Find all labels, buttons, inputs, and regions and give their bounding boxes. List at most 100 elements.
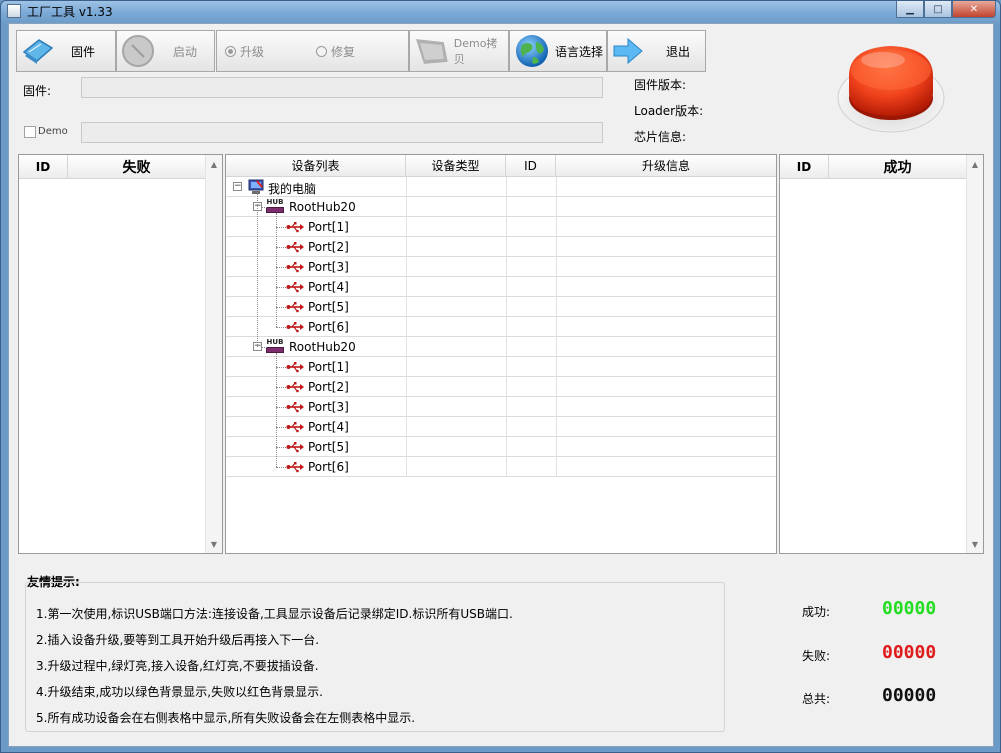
- upgrade-radio[interactable]: 升级: [225, 43, 264, 60]
- column-separator: [556, 277, 557, 297]
- tree-port-row[interactable]: Port[2]: [226, 237, 776, 257]
- demo-copy-button[interactable]: Demo拷贝: [409, 30, 509, 72]
- tree-port-row[interactable]: Port[4]: [226, 417, 776, 437]
- total-count-value: 00000: [882, 685, 937, 706]
- success-table-scrollbar[interactable]: ▲ ▼: [966, 155, 983, 553]
- firmware-icon: [22, 39, 54, 64]
- scroll-down-icon[interactable]: ▼: [206, 536, 222, 552]
- column-separator: [556, 337, 557, 357]
- firmware-path-field[interactable]: [81, 77, 603, 98]
- tree-port-row[interactable]: Port[2]: [226, 377, 776, 397]
- usb-port-icon: [286, 222, 304, 233]
- column-separator: [556, 357, 557, 377]
- exit-button[interactable]: 退出: [607, 30, 706, 72]
- client-area: 固件 启动 升级 修复 Demo拷贝 语言选择 退出 固件: Demo 固件版本…: [8, 23, 994, 747]
- fail-table-id-header[interactable]: ID: [19, 155, 68, 178]
- demo-path-field[interactable]: [81, 122, 603, 143]
- column-separator: [506, 177, 507, 197]
- device-list-header-id[interactable]: ID: [506, 155, 556, 176]
- tree-port-row[interactable]: Port[3]: [226, 257, 776, 277]
- tree-port-row[interactable]: Port[6]: [226, 457, 776, 477]
- tree-port-label: Port[3]: [308, 400, 349, 414]
- computer-icon: [248, 179, 264, 194]
- success-count-label: 成功:: [802, 605, 831, 619]
- scroll-up-icon[interactable]: ▲: [967, 156, 983, 172]
- tree-connector: [276, 387, 286, 388]
- tree-port-label: Port[6]: [308, 460, 349, 474]
- tree-port-row[interactable]: Port[5]: [226, 437, 776, 457]
- tree-port-label: Port[3]: [308, 260, 349, 274]
- success-table-id-header[interactable]: ID: [780, 155, 829, 178]
- minimize-button[interactable]: ▁: [896, 1, 924, 18]
- tree-connector: [276, 307, 286, 308]
- column-separator: [506, 257, 507, 277]
- firmware-button[interactable]: 固件: [16, 30, 116, 72]
- usb-port-icon: [286, 422, 304, 433]
- start-button-label: 启动: [173, 44, 198, 59]
- column-separator: [556, 397, 557, 417]
- tree-port-row[interactable]: Port[1]: [226, 357, 776, 377]
- column-separator: [506, 337, 507, 357]
- demo-checkbox-label: Demo: [38, 126, 68, 137]
- chip-info-label: 芯片信息:: [634, 130, 687, 144]
- tree-root-row[interactable]: − 我的电脑: [226, 177, 776, 197]
- fail-count-value: 00000: [882, 642, 937, 663]
- maximize-button[interactable]: □: [924, 1, 952, 18]
- tree-port-row[interactable]: Port[4]: [226, 277, 776, 297]
- scroll-up-icon[interactable]: ▲: [206, 156, 222, 172]
- tree-hub-label: RootHub20: [289, 200, 356, 214]
- tree-port-label: Port[5]: [308, 300, 349, 314]
- usb-hub-icon: HUB: [266, 338, 284, 355]
- tree-hub-label: RootHub20: [289, 340, 356, 354]
- usb-port-icon: [286, 362, 304, 373]
- language-button[interactable]: 语言选择: [509, 30, 607, 72]
- tree-connector: [276, 353, 277, 467]
- tree-port-row[interactable]: Port[1]: [226, 217, 776, 237]
- device-list[interactable]: 设备列表 设备类型 ID 升级信息 − 我的电脑 − HUB RootHub20 Port…: [225, 154, 777, 554]
- device-tree: − 我的电脑 − HUB RootHub20 Port[1] Port[2] Port[3] P…: [226, 177, 776, 477]
- column-separator: [506, 277, 507, 297]
- demo-checkbox[interactable]: [24, 126, 36, 138]
- tree-port-row[interactable]: Port[3]: [226, 397, 776, 417]
- usb-port-icon: [286, 382, 304, 393]
- tip-item: 4.升级结束,成功以绿色背景显示,失败以红色背景显示.: [36, 685, 323, 699]
- tree-port-row[interactable]: Port[6]: [226, 317, 776, 337]
- repair-radio[interactable]: 修复: [316, 43, 355, 60]
- usb-port-icon: [286, 242, 304, 253]
- column-separator: [406, 297, 407, 317]
- success-table[interactable]: ID 成功 ▲ ▼: [779, 154, 984, 554]
- column-separator: [406, 217, 407, 237]
- device-list-header-name[interactable]: 设备列表: [226, 155, 406, 176]
- start-button[interactable]: 启动: [116, 30, 215, 72]
- tree-connector: [257, 192, 258, 347]
- globe-icon: [516, 35, 548, 67]
- tree-port-label: Port[1]: [308, 360, 349, 374]
- tree-connector: [276, 213, 277, 327]
- success-count-value: 00000: [882, 598, 937, 619]
- column-separator: [506, 317, 507, 337]
- column-separator: [506, 237, 507, 257]
- title-bar[interactable]: 工厂工具 v1.33 ▁ □ ✕: [1, 1, 1000, 21]
- repair-radio-label: 修复: [331, 44, 356, 59]
- tip-item: 3.升级过程中,绿灯亮,接入设备,红灯亮,不要拔插设备.: [36, 659, 319, 673]
- device-list-header-info[interactable]: 升级信息: [556, 155, 776, 176]
- column-separator: [556, 457, 557, 477]
- tree-port-row[interactable]: Port[5]: [226, 297, 776, 317]
- fail-table-scrollbar[interactable]: ▲ ▼: [205, 155, 222, 553]
- tree-connector: [276, 427, 286, 428]
- scroll-down-icon[interactable]: ▼: [967, 536, 983, 552]
- tip-item: 5.所有成功设备会在右侧表格中显示,所有失败设备会在左侧表格中显示.: [36, 711, 416, 725]
- fail-table-fail-header[interactable]: 失败: [68, 155, 206, 178]
- device-list-header-type[interactable]: 设备类型: [406, 155, 506, 176]
- close-button[interactable]: ✕: [952, 1, 996, 18]
- fail-table[interactable]: ID 失败 ▲ ▼: [18, 154, 223, 554]
- tree-hub-row[interactable]: − HUB RootHub20: [226, 197, 776, 217]
- tree-hub-row[interactable]: − HUB RootHub20: [226, 337, 776, 357]
- success-table-success-header[interactable]: 成功: [829, 155, 967, 178]
- tree-port-label: Port[5]: [308, 440, 349, 454]
- column-separator: [406, 177, 407, 197]
- column-separator: [506, 217, 507, 237]
- tree-port-label: Port[4]: [308, 280, 349, 294]
- collapse-icon[interactable]: −: [233, 182, 242, 191]
- app-icon: [7, 4, 21, 18]
